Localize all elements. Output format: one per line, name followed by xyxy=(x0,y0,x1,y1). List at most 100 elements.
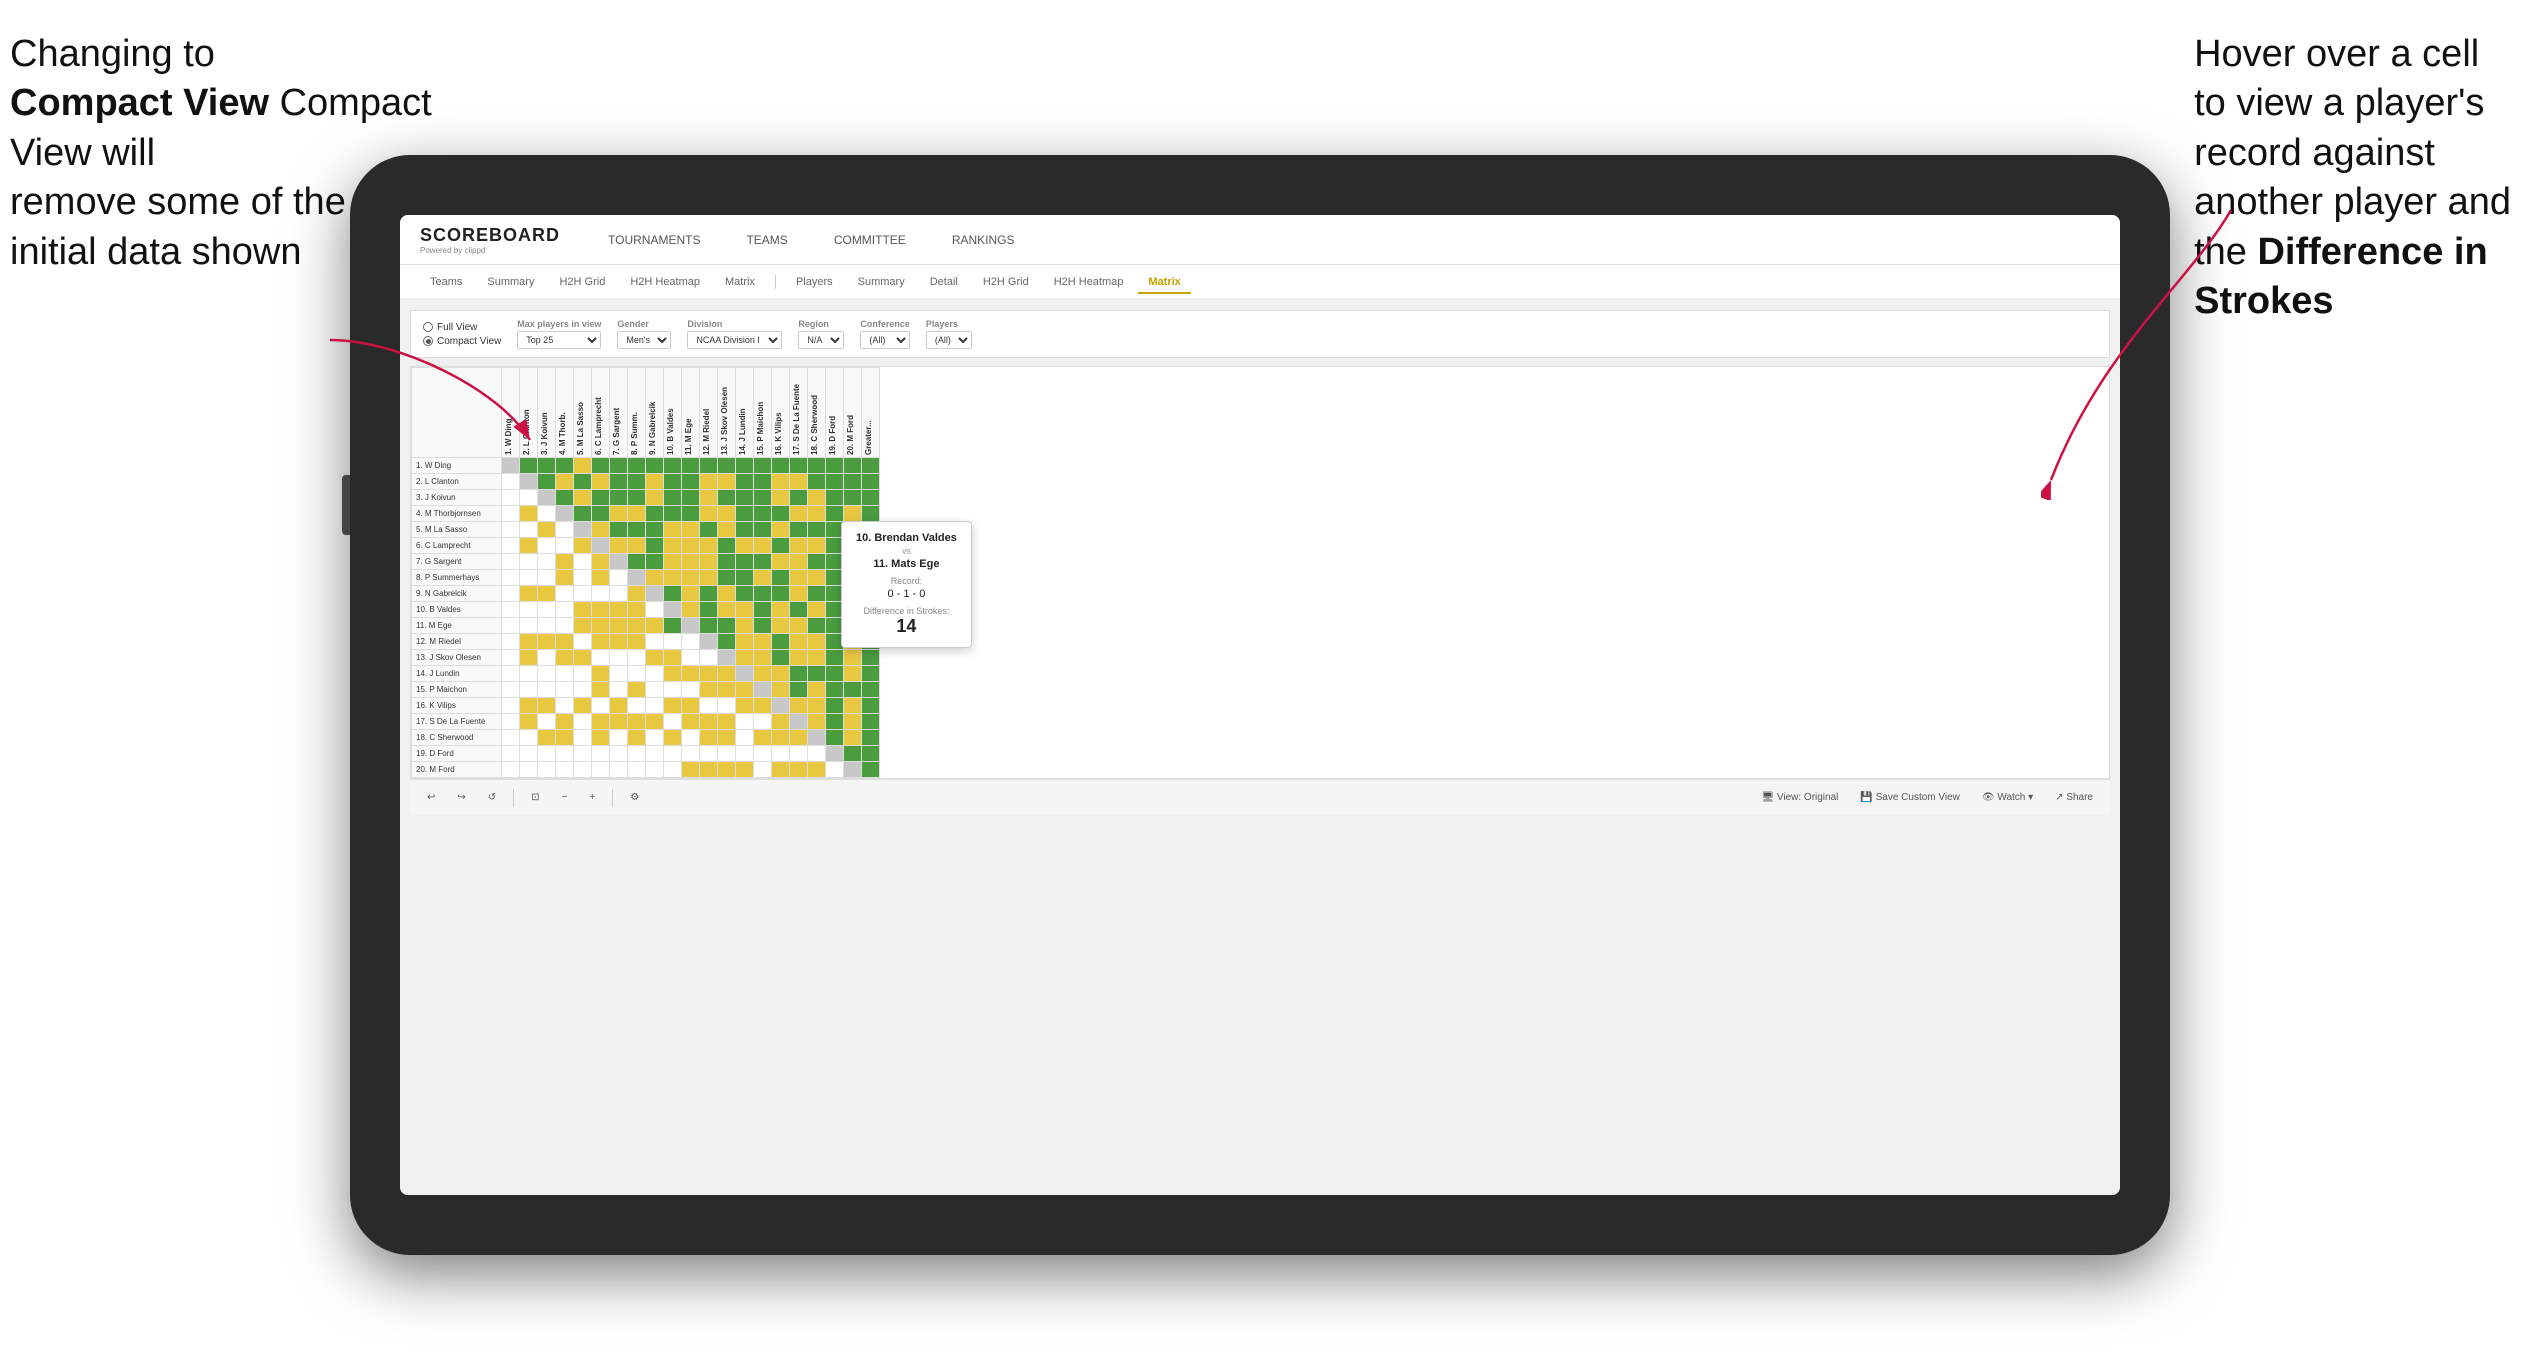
matrix-cell[interactable] xyxy=(682,730,700,746)
matrix-cell[interactable] xyxy=(736,474,754,490)
matrix-cell[interactable] xyxy=(772,714,790,730)
matrix-cell[interactable] xyxy=(538,554,556,570)
tab-h2h-grid[interactable]: H2H Grid xyxy=(549,272,615,294)
matrix-cell[interactable] xyxy=(844,474,862,490)
matrix-cell[interactable] xyxy=(664,682,682,698)
matrix-cell[interactable] xyxy=(718,714,736,730)
matrix-cell[interactable] xyxy=(628,474,646,490)
matrix-cell[interactable] xyxy=(700,746,718,762)
matrix-cell[interactable] xyxy=(628,506,646,522)
matrix-cell[interactable] xyxy=(520,602,538,618)
matrix-cell[interactable] xyxy=(574,586,592,602)
matrix-cell[interactable] xyxy=(556,634,574,650)
matrix-cell[interactable] xyxy=(790,522,808,538)
matrix-cell[interactable] xyxy=(520,458,538,474)
matrix-cell[interactable] xyxy=(736,698,754,714)
matrix-cell[interactable] xyxy=(556,522,574,538)
matrix-cell[interactable] xyxy=(844,650,862,666)
matrix-cell[interactable] xyxy=(592,586,610,602)
matrix-cell[interactable] xyxy=(538,522,556,538)
matrix-cell[interactable] xyxy=(844,698,862,714)
matrix-cell[interactable] xyxy=(772,490,790,506)
matrix-cell[interactable] xyxy=(646,634,664,650)
matrix-cell[interactable] xyxy=(574,474,592,490)
matrix-cell[interactable] xyxy=(700,522,718,538)
matrix-cell[interactable] xyxy=(808,538,826,554)
matrix-cell[interactable] xyxy=(862,506,880,522)
matrix-cell[interactable] xyxy=(556,730,574,746)
matrix-cell[interactable] xyxy=(646,730,664,746)
matrix-cell[interactable] xyxy=(736,634,754,650)
matrix-cell[interactable] xyxy=(682,554,700,570)
tab-h2h-heatmap-2[interactable]: H2H Heatmap xyxy=(1044,272,1134,294)
matrix-cell[interactable] xyxy=(790,698,808,714)
matrix-cell[interactable] xyxy=(574,490,592,506)
matrix-cell[interactable] xyxy=(700,618,718,634)
matrix-cell[interactable] xyxy=(790,762,808,778)
matrix-cell[interactable] xyxy=(628,602,646,618)
matrix-cell[interactable] xyxy=(592,522,610,538)
matrix-cell[interactable] xyxy=(826,458,844,474)
matrix-cell[interactable] xyxy=(592,762,610,778)
matrix-cell[interactable] xyxy=(808,554,826,570)
matrix-cell[interactable] xyxy=(664,730,682,746)
matrix-cell[interactable] xyxy=(826,506,844,522)
matrix-cell[interactable] xyxy=(592,730,610,746)
share-button[interactable]: ↗ Share xyxy=(2048,788,2100,807)
nav-rankings[interactable]: RANKINGS xyxy=(944,229,1023,251)
matrix-cell[interactable] xyxy=(664,714,682,730)
matrix-cell[interactable] xyxy=(592,746,610,762)
matrix-cell[interactable] xyxy=(538,666,556,682)
matrix-cell[interactable] xyxy=(772,474,790,490)
matrix-cell[interactable] xyxy=(862,666,880,682)
matrix-cell[interactable] xyxy=(700,586,718,602)
tab-h2h-grid-2[interactable]: H2H Grid xyxy=(973,272,1039,294)
matrix-cell[interactable] xyxy=(736,682,754,698)
matrix-cell[interactable] xyxy=(700,634,718,650)
matrix-cell[interactable] xyxy=(556,650,574,666)
matrix-cell[interactable] xyxy=(862,458,880,474)
matrix-cell[interactable] xyxy=(718,522,736,538)
matrix-cell[interactable] xyxy=(520,666,538,682)
matrix-cell[interactable] xyxy=(754,746,772,762)
matrix-cell[interactable] xyxy=(610,570,628,586)
matrix-cell[interactable] xyxy=(718,570,736,586)
matrix-cell[interactable] xyxy=(610,458,628,474)
tab-h2h-heatmap[interactable]: H2H Heatmap xyxy=(620,272,710,294)
matrix-cell[interactable] xyxy=(574,554,592,570)
matrix-cell[interactable] xyxy=(664,570,682,586)
matrix-cell[interactable] xyxy=(520,682,538,698)
matrix-cell[interactable] xyxy=(502,698,520,714)
matrix-cell[interactable] xyxy=(556,714,574,730)
matrix-cell[interactable] xyxy=(556,666,574,682)
matrix-cell[interactable] xyxy=(772,506,790,522)
matrix-cell[interactable] xyxy=(592,666,610,682)
matrix-cell[interactable] xyxy=(628,570,646,586)
tab-matrix-active[interactable]: Matrix xyxy=(1138,272,1190,294)
matrix-cell[interactable] xyxy=(610,474,628,490)
matrix-cell[interactable] xyxy=(862,698,880,714)
matrix-cell[interactable] xyxy=(502,634,520,650)
matrix-cell[interactable] xyxy=(808,698,826,714)
matrix-cell[interactable] xyxy=(628,618,646,634)
matrix-cell[interactable] xyxy=(772,570,790,586)
matrix-cell[interactable] xyxy=(772,730,790,746)
matrix-cell[interactable] xyxy=(700,570,718,586)
matrix-cell[interactable] xyxy=(592,490,610,506)
matrix-cell[interactable] xyxy=(610,586,628,602)
matrix-cell[interactable] xyxy=(610,602,628,618)
matrix-cell[interactable] xyxy=(682,618,700,634)
matrix-cell[interactable] xyxy=(646,666,664,682)
matrix-cell[interactable] xyxy=(574,666,592,682)
matrix-cell[interactable] xyxy=(754,618,772,634)
matrix-cell[interactable] xyxy=(610,698,628,714)
matrix-cell[interactable] xyxy=(682,474,700,490)
matrix-cell[interactable] xyxy=(520,618,538,634)
matrix-cell[interactable] xyxy=(754,570,772,586)
nav-teams[interactable]: TEAMS xyxy=(738,229,795,251)
region-select[interactable]: N/A xyxy=(798,331,844,349)
matrix-cell[interactable] xyxy=(646,458,664,474)
matrix-cell[interactable] xyxy=(574,698,592,714)
matrix-cell[interactable] xyxy=(538,714,556,730)
matrix-cell[interactable] xyxy=(682,634,700,650)
